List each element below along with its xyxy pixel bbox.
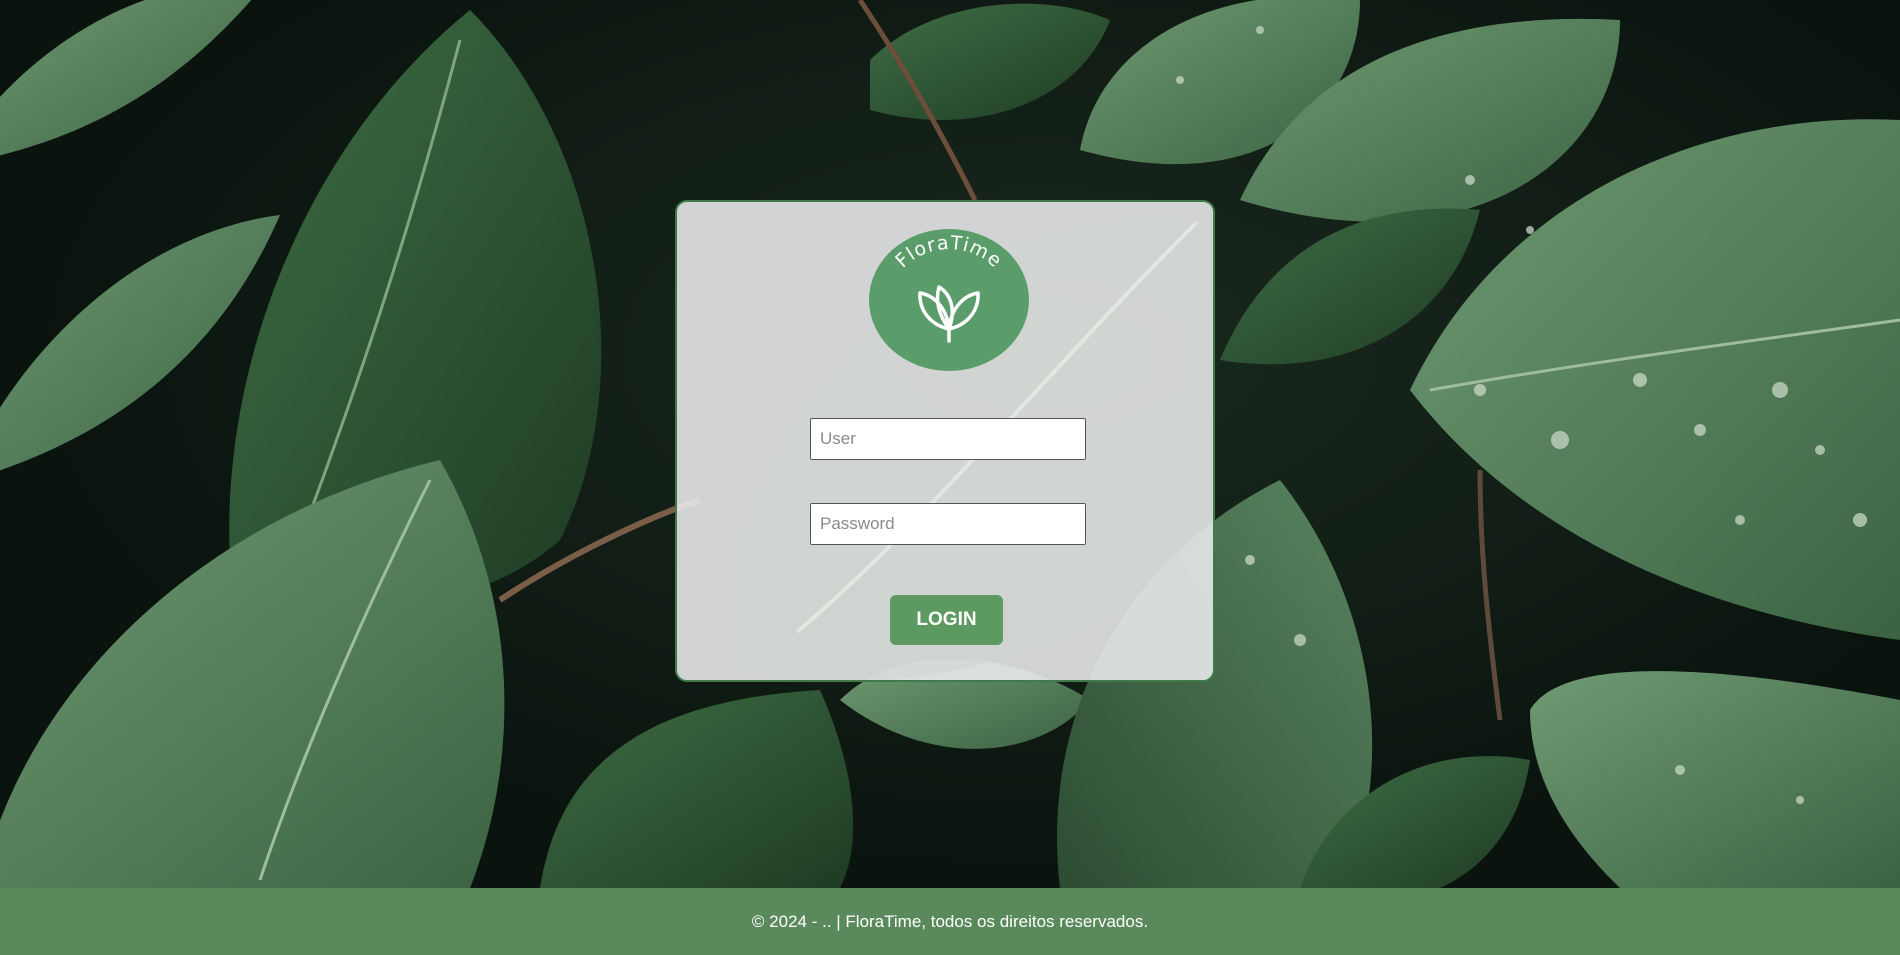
logo-brand-text: FloraTime (891, 232, 1006, 272)
leaf-icon (918, 285, 980, 343)
login-card: FloraTime LOGIN (675, 200, 1215, 682)
footer: © 2024 - .. | FloraTime, todos os direit… (0, 888, 1900, 955)
password-input[interactable] (810, 503, 1086, 545)
login-page: FloraTime LOGIN © 2024 - .. | FloraTime,… (0, 0, 1900, 955)
floratime-logo: FloraTime (869, 229, 1029, 371)
logo-graphic: FloraTime (891, 232, 1006, 343)
footer-copyright: © 2024 - .. | FloraTime, todos os direit… (751, 911, 1149, 931)
user-input[interactable] (810, 418, 1086, 460)
login-button[interactable]: LOGIN (890, 595, 1003, 645)
